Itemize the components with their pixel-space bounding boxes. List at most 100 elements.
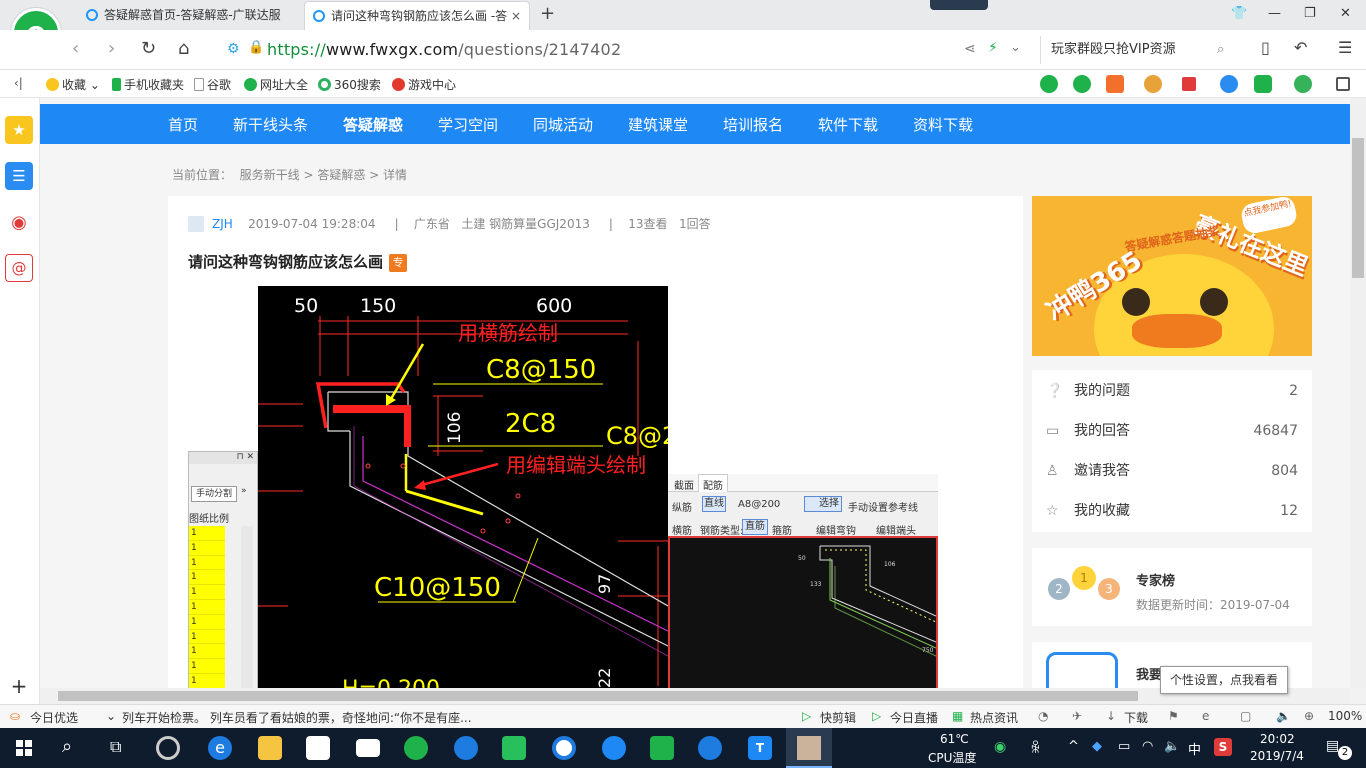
ie-icon[interactable]: e (1202, 709, 1209, 723)
browser-360-icon[interactable] (404, 736, 428, 760)
volume-icon[interactable]: 🔈 (1164, 739, 1180, 754)
favorite-item[interactable]: 谷歌 (194, 76, 231, 93)
battery-icon[interactable]: ▭ (1118, 739, 1130, 754)
app-360-icon[interactable] (156, 736, 180, 760)
tab-section[interactable]: 截面 (674, 477, 694, 492)
my-questions-link[interactable]: ❔ 我的问题 2 (1046, 371, 1298, 411)
wifi-icon[interactable]: ◠ (1142, 739, 1153, 754)
qq-browser-icon[interactable] (552, 736, 576, 760)
hot-news-link[interactable]: 热点资讯 (970, 709, 1018, 726)
edge-icon[interactable]: e (208, 736, 232, 760)
scroll-thumb[interactable] (58, 691, 1138, 701)
back-icon[interactable]: ‹ (72, 38, 79, 59)
extension-icon[interactable] (1073, 75, 1091, 93)
favorite-item[interactable]: 收藏 ⌄ (46, 76, 100, 93)
share-icon[interactable]: ⋖ (964, 41, 976, 57)
edit-end-button[interactable]: 编辑端头 (876, 522, 916, 537)
scale-row[interactable]: 1 (189, 541, 225, 556)
nav-software[interactable]: 软件下载 (818, 114, 878, 135)
shield-icon[interactable] (1294, 75, 1312, 93)
promo-banner[interactable]: 冲鸭365 豪礼在这里 答疑解惑答题抽奖 点我参加鸭! (1032, 196, 1312, 356)
windows-start-icon[interactable] (16, 740, 32, 756)
my-answers-link[interactable]: ▭ 我的回答 46847 (1046, 411, 1298, 451)
mobile-icon[interactable]: ▯ (1261, 38, 1270, 57)
zoom-level[interactable]: 100% (1328, 709, 1362, 723)
skin-icon[interactable]: 👕 (1231, 6, 1247, 21)
tab-rebar[interactable]: 配筋 (698, 474, 728, 492)
speed-icon[interactable]: ◔ (1038, 709, 1048, 723)
close-tab-icon[interactable]: × (511, 2, 521, 30)
chevron-down-icon[interactable]: ⌄ (1010, 40, 1021, 55)
scale-row[interactable]: 1 (189, 556, 225, 571)
quick-edit-link[interactable]: 快剪辑 (820, 709, 856, 726)
stirrup-button[interactable]: 箍筋 (772, 522, 792, 537)
ie-icon[interactable] (602, 736, 626, 760)
game-extension-icon[interactable] (1254, 75, 1272, 93)
mail-icon[interactable] (356, 739, 380, 757)
flag-icon[interactable]: ⚑ (1168, 709, 1179, 723)
undo-icon[interactable]: ↶ (1294, 38, 1307, 57)
author-link[interactable]: ZJH (212, 217, 233, 231)
nav-events[interactable]: 同城活动 (533, 114, 593, 135)
app-t-icon[interactable]: T (748, 736, 772, 760)
settings-tooltip[interactable]: 个性设置，点我看看 (1160, 666, 1288, 694)
panel-scrollbar[interactable] (241, 526, 253, 688)
join-badge[interactable]: 点我参加鸭! (1239, 196, 1299, 236)
task-view-icon[interactable]: ⧉ (110, 737, 121, 757)
ime-indicator[interactable]: 中 (1188, 739, 1201, 758)
extension-icon[interactable] (1144, 75, 1162, 93)
tab-question[interactable]: 请问这种弯钩钢筋应该怎么画 -答 × (304, 1, 530, 30)
video-player-icon[interactable] (502, 736, 526, 760)
expert-ranking-card[interactable]: 2 1 3 专家榜 数据更新时间：2019-07-04 (1032, 548, 1312, 626)
close-window-icon[interactable]: ✕ (1340, 6, 1351, 21)
favorite-item[interactable]: 游戏中心 (392, 76, 456, 93)
my-favorites-link[interactable]: ☆ 我的收藏 12 (1046, 491, 1298, 531)
select-button[interactable]: 选择 (804, 496, 842, 512)
extension-icon[interactable] (1106, 75, 1124, 93)
people-icon[interactable]: ꆜ (1030, 739, 1041, 757)
add-icon[interactable]: + (5, 674, 33, 698)
clock-date[interactable]: 2019/7/4 (1250, 749, 1304, 763)
menu-icon[interactable]: ☰ (1338, 38, 1352, 57)
editor-canvas[interactable]: 50 106 133 750 (668, 536, 938, 688)
file-explorer-icon[interactable] (258, 736, 282, 760)
store-icon[interactable] (306, 736, 330, 760)
mail-icon[interactable]: @ (5, 254, 33, 282)
favorite-item[interactable]: 网址大全 (244, 76, 308, 93)
nav-qa[interactable]: 答疑解惑 (343, 114, 403, 135)
nav-training[interactable]: 培训报名 (723, 114, 783, 135)
cube-icon[interactable]: ◆ (1092, 739, 1102, 754)
search-input[interactable]: 玩家群殴只抢VIP资源 ⌕ (1040, 36, 1238, 64)
scale-row[interactable]: 1 (189, 674, 225, 688)
favorite-item[interactable]: 360搜索 (318, 76, 381, 93)
tab-qa-home[interactable]: 答疑解惑首页-答疑解惑-广联达服 (78, 1, 304, 30)
breadcrumb-path[interactable]: 服务新干线 > 答疑解惑 > 详情 (240, 168, 407, 182)
volume-icon[interactable]: 🔈 (1276, 709, 1291, 723)
scale-row[interactable]: 1 (189, 570, 225, 586)
today-picks-link[interactable]: 今日优选 (30, 709, 78, 726)
nav-headline[interactable]: 新干线头条 (233, 114, 308, 135)
scale-row[interactable]: 1 (189, 615, 225, 630)
search-icon[interactable]: ⌕ (62, 736, 72, 757)
forward-icon[interactable]: › (108, 38, 115, 59)
weibo-icon[interactable]: ◉ (5, 208, 33, 236)
straight-bar-button[interactable]: 直筋 (742, 519, 768, 535)
speed-mode-icon[interactable]: ⚡ (988, 40, 998, 56)
page-settings-icon[interactable]: ⚙ (227, 41, 240, 57)
chevron-down-icon[interactable]: ⌄ (106, 709, 116, 723)
invited-answers-link[interactable]: ♙ 邀请我答 804 (1046, 451, 1298, 491)
reference-line-select[interactable]: 手动设置参考线 (848, 499, 918, 514)
pin-icon[interactable]: ✈ (1072, 709, 1082, 723)
nav-learning[interactable]: 学习空间 (438, 114, 498, 135)
sogou-icon[interactable] (454, 736, 478, 760)
scissors-icon[interactable] (1182, 77, 1196, 91)
glodon-icon[interactable] (698, 736, 722, 760)
collapse-sidebar-icon[interactable]: ‹| (14, 76, 23, 90)
nav-classroom[interactable]: 建筑课堂 (628, 114, 688, 135)
rebar-spec-select[interactable]: A8@200 (738, 499, 780, 510)
scale-row[interactable]: 1 (189, 630, 225, 645)
scale-row[interactable]: 1 (189, 526, 225, 541)
minimize-icon[interactable]: — (1268, 6, 1281, 21)
edit-hook-button[interactable]: 编辑弯钩 (816, 522, 856, 537)
scale-row[interactable]: 1 (189, 585, 225, 600)
